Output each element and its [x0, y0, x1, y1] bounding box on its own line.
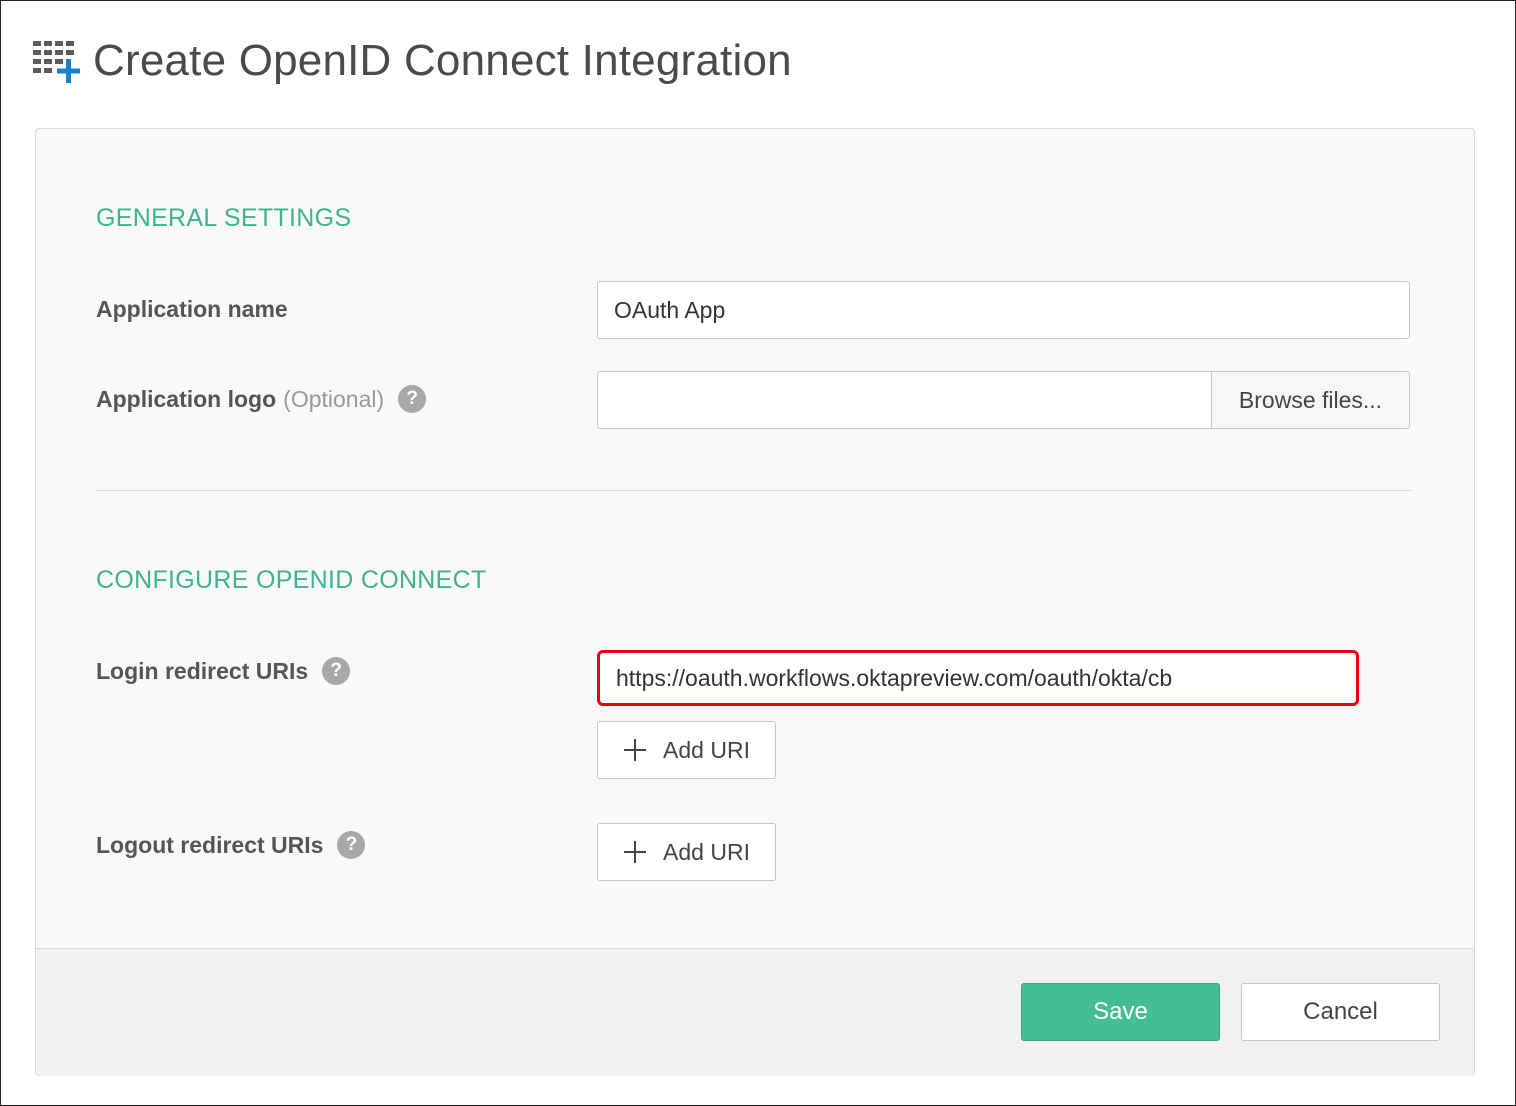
- configure-openid-connect-heading: CONFIGURE OPENID CONNECT: [96, 566, 487, 594]
- window-frame: Create OpenID Connect Integration GENERA…: [0, 0, 1516, 1106]
- title-row: Create OpenID Connect Integration: [33, 31, 792, 91]
- form-footer: Save Cancel: [36, 948, 1474, 1076]
- application-logo-label: Application logo (Optional) ?: [96, 382, 427, 416]
- logout-redirect-uris-label: Logout redirect URIs ?: [96, 828, 366, 862]
- logout-redirect-help-icon[interactable]: ?: [337, 831, 366, 859]
- application-name-label-text: Application name: [96, 295, 288, 322]
- logout-redirect-uris-label-text: Logout redirect URIs: [96, 831, 324, 858]
- browse-files-button[interactable]: Browse files...: [1211, 371, 1410, 429]
- plus-icon: [624, 841, 647, 863]
- grid-plus-icon: [33, 41, 80, 83]
- cancel-button[interactable]: Cancel: [1241, 983, 1440, 1041]
- section-divider: [96, 490, 1413, 491]
- application-name-input[interactable]: [597, 281, 1410, 339]
- add-logout-uri-button[interactable]: Add URI: [597, 823, 776, 881]
- application-logo-help-icon[interactable]: ?: [398, 385, 427, 413]
- page-title: Create OpenID Connect Integration: [93, 36, 792, 85]
- add-login-uri-button[interactable]: Add URI: [597, 721, 776, 779]
- integration-form-panel: GENERAL SETTINGS Application name Applic…: [35, 128, 1475, 1076]
- general-settings-heading: GENERAL SETTINGS: [96, 204, 352, 232]
- add-logout-uri-label: Add URI: [663, 838, 750, 865]
- login-redirect-uri-input[interactable]: [597, 650, 1359, 706]
- application-name-label: Application name: [96, 292, 288, 326]
- login-redirect-uris-label-text: Login redirect URIs: [96, 657, 309, 684]
- login-redirect-uris-label: Login redirect URIs ?: [96, 654, 351, 688]
- login-redirect-help-icon[interactable]: ?: [322, 657, 351, 685]
- save-button[interactable]: Save: [1021, 983, 1220, 1041]
- add-login-uri-label: Add URI: [663, 736, 750, 763]
- plus-icon: [624, 739, 647, 761]
- optional-tag: (Optional): [283, 385, 385, 412]
- application-logo-label-text: Application logo: [96, 385, 277, 412]
- application-logo-file-field[interactable]: [597, 371, 1211, 429]
